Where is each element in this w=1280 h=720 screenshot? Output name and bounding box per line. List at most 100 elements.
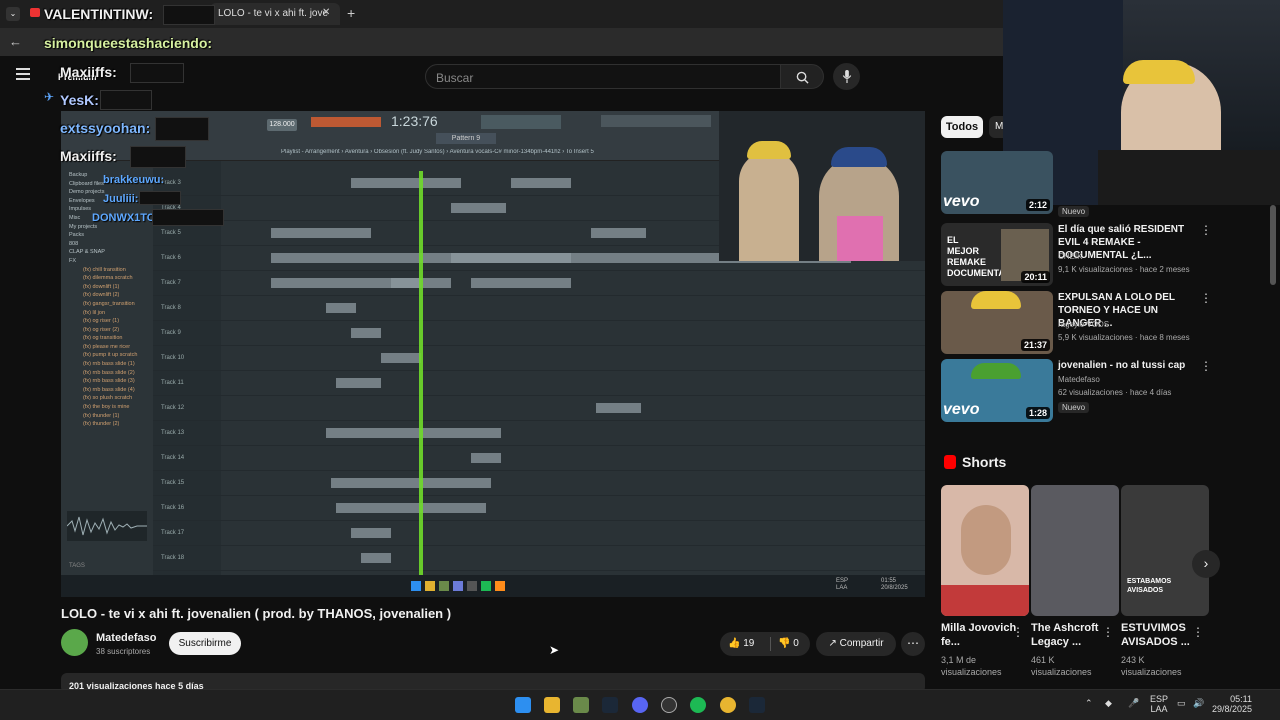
fl-browser-item: (fx) downlift (1) xyxy=(83,283,120,290)
fl-browser-item: (fx) pump it up scratch xyxy=(83,352,138,359)
channel-avatar[interactable] xyxy=(61,629,88,656)
short-views-2a: 461 K xyxy=(1031,655,1055,665)
tray-mic-icon[interactable]: 🎤 xyxy=(1128,698,1139,709)
tab-title: LOLO - te vi x ahi ft. jove xyxy=(218,8,329,19)
video-channel-4[interactable]: Matedefaso xyxy=(1058,375,1203,384)
fl-browser-item: 808 xyxy=(69,240,79,247)
fl-waveform-display xyxy=(481,115,561,129)
tab-list-button[interactable]: ⌄ xyxy=(6,7,20,21)
fl-tags-label: TAGS xyxy=(69,563,85,569)
fl-browser-item: FX xyxy=(69,257,77,264)
fl-studio-icon[interactable] xyxy=(573,697,589,713)
short-title-3[interactable]: ESTUVIMOS AVISADOS ... xyxy=(1121,621,1201,649)
fl-track-row: Track 10 xyxy=(153,346,925,371)
search-button[interactable] xyxy=(780,64,824,89)
obs-icon[interactable] xyxy=(661,697,677,713)
back-button[interactable]: ← xyxy=(9,34,22,49)
tray-app-icon[interactable]: ◆ xyxy=(1105,698,1112,709)
duration-badge: 1:28 xyxy=(1025,407,1050,419)
fl-waveform-preview xyxy=(66,511,147,541)
pink-shirt xyxy=(837,216,883,261)
chrome-icon[interactable] xyxy=(720,697,736,713)
fl-time-display: 1:23:76 xyxy=(391,113,438,129)
dislike-count: 0 xyxy=(793,638,799,649)
chat-user-3: Maxiiffs: xyxy=(60,64,117,80)
subscribe-button[interactable]: Suscribirme xyxy=(169,632,241,655)
fl-track-row: Track 18 xyxy=(153,546,925,571)
chat-user-6: Maxiiffs: xyxy=(60,148,117,164)
spotify-icon[interactable] xyxy=(690,697,706,713)
channel-name[interactable]: Matedefaso xyxy=(96,632,157,644)
like-button[interactable]: 👍 19 xyxy=(720,632,770,656)
new-tab-button[interactable]: + xyxy=(347,5,355,21)
steam-icon[interactable] xyxy=(602,697,618,713)
tray-volume-icon[interactable]: 🔊 xyxy=(1193,698,1204,709)
scrollbar-thumb[interactable] xyxy=(1270,205,1276,285)
video-thumb-1[interactable]: vevo 2:12 xyxy=(941,151,1053,214)
vevo-logo: vevo xyxy=(943,401,980,418)
mic-icon xyxy=(842,70,851,83)
short-views-1b: visualizaciones xyxy=(941,667,1002,677)
video-channel-3[interactable]: rageylo VODS xyxy=(1058,320,1203,329)
shorts-next-button[interactable]: › xyxy=(1192,550,1220,578)
fl-track-row: Track 12 xyxy=(153,396,925,421)
more-icon[interactable]: ⋮ xyxy=(1192,625,1204,639)
video-thumb-2[interactable]: EL MEJOR REMAKE DOCUMENTAL 20:11 xyxy=(941,223,1053,286)
duration-badge: 20:11 xyxy=(1021,271,1050,283)
video-title: LOLO - te vi x ahi ft. jovenalien ( prod… xyxy=(61,606,452,621)
short-thumb-3[interactable]: ESTABAMOS AVISADOS xyxy=(1121,485,1209,616)
chat-user-2: simonqueestashaciendo: xyxy=(44,35,213,51)
person-left xyxy=(739,151,799,261)
video-channel-2[interactable]: CHEIK xyxy=(1058,252,1203,261)
tray-clock[interactable]: 05:11 29/8/2025 xyxy=(1212,694,1252,714)
video-thumb-4[interactable]: vevo 1:28 xyxy=(941,359,1053,422)
video-thumb-3[interactable]: 21:37 xyxy=(941,291,1053,354)
fl-browser-item: (fx) thunder (2) xyxy=(83,421,120,428)
discord-icon[interactable] xyxy=(632,697,648,713)
windows-start-icon[interactable] xyxy=(515,697,531,713)
fl-browser-item: (fx) og riser (1) xyxy=(83,318,120,325)
thumb-text: ESTABAMOS AVISADOS xyxy=(1127,578,1172,594)
short-title-2[interactable]: The Ashcroft Legacy ... xyxy=(1031,621,1111,649)
video-title-4[interactable]: jovenalien - no al tussi cap xyxy=(1058,359,1196,372)
chat-user-9: DONWX1TO: xyxy=(92,212,160,224)
thumbs-up-icon: 👍 xyxy=(728,638,741,649)
fl-browser-item: (fx) so plush scratch xyxy=(83,395,133,402)
short-thumb-1[interactable] xyxy=(941,485,1029,616)
short-title-1[interactable]: Milla Jovovich fe... xyxy=(941,621,1021,649)
hamburger-icon[interactable] xyxy=(16,68,30,80)
shorts-heading: Shorts xyxy=(962,454,1007,470)
search-input[interactable]: Buscar xyxy=(425,64,781,89)
inner-taskbar-time: 01:55 xyxy=(881,578,897,584)
more-icon[interactable]: ⋮ xyxy=(1200,223,1212,237)
chip-next[interactable]: M xyxy=(989,116,1003,138)
inner-taskbar-clock: 01:55 20/8/2025 xyxy=(881,578,908,592)
more-icon[interactable]: ⋮ xyxy=(1200,359,1212,373)
chip-all[interactable]: Todos xyxy=(941,116,983,138)
video-meta-2: 9,1 K visualizaciones · hace 2 meses xyxy=(1058,265,1190,274)
more-actions-button[interactable]: ⋯ xyxy=(901,632,925,656)
steam-icon-2[interactable] xyxy=(749,697,765,713)
fl-browser-item: (fx) og transition xyxy=(83,335,123,342)
fl-clip xyxy=(331,478,491,488)
more-icon[interactable]: ⋮ xyxy=(1200,291,1212,305)
fl-browser-list: Backup Clipboard files Demo projects Envelo… xyxy=(61,161,153,491)
tab-close-icon[interactable]: ✕ xyxy=(322,7,330,18)
video-player[interactable]: 128.000 1:23:76 Pattern 9 Playlist - Arr… xyxy=(61,111,925,597)
voice-search-button[interactable] xyxy=(833,63,860,90)
fl-track-row: Track 13 xyxy=(153,421,925,446)
dislike-button[interactable]: 👎 0 xyxy=(772,632,810,656)
short-views-3a: 243 K xyxy=(1121,655,1145,665)
short-thumb-2[interactable] xyxy=(1031,485,1119,616)
more-icon[interactable]: ⋮ xyxy=(1012,625,1024,639)
tray-chevron-icon[interactable]: ⌃ xyxy=(1085,698,1093,709)
tray-language[interactable]: ESP LAA xyxy=(1150,694,1168,714)
video-meta-3: 5,9 K visualizaciones · hace 8 meses xyxy=(1058,333,1190,342)
share-button[interactable]: ↗ Compartir xyxy=(816,632,896,656)
tray-network-icon[interactable]: ▭ xyxy=(1177,698,1186,709)
more-icon[interactable]: ⋮ xyxy=(1102,625,1114,639)
file-explorer-icon[interactable] xyxy=(544,697,560,713)
subscriber-count: 38 suscriptores xyxy=(96,647,151,656)
tab-active[interactable]: LOLO - te vi x ahi ft. jove xyxy=(210,3,340,25)
streamer-shirt xyxy=(1098,150,1280,205)
